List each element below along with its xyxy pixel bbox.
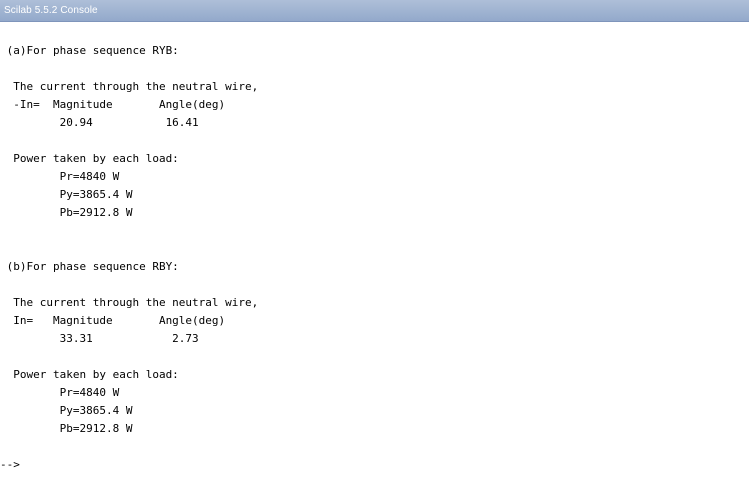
console-line-power-heading-b: Power taken by each load: — [0, 368, 179, 381]
window-title: Scilab 5.5.2 Console — [4, 5, 98, 16]
console-line-values-a: 20.94 16.41 — [0, 116, 199, 129]
console-line-header-b: In= Magnitude Angle(deg) — [0, 314, 226, 327]
console-line-pb-a: Pb=2912.8 W — [0, 206, 133, 219]
console-line-power-heading-a: Power taken by each load: — [0, 152, 179, 165]
console-line-neutral-current-a: The current through the neutral wire, — [0, 80, 259, 93]
console-line-pb-b: Pb=2912.8 W — [0, 422, 133, 435]
console-line-py-a: Py=3865.4 W — [0, 188, 133, 201]
console-line-header-a: -In= Magnitude Angle(deg) — [0, 98, 226, 111]
console-line-values-b: 33.31 2.73 — [0, 332, 199, 345]
console-output-area[interactable]: (a)For phase sequence RYB: The current t… — [0, 22, 749, 490]
console-line-pr-a: Pr=4840 W — [0, 170, 120, 183]
console-line-py-b: Py=3865.4 W — [0, 404, 133, 417]
window-title-bar: Scilab 5.5.2 Console — [0, 0, 749, 22]
console-line-pr-b: Pr=4840 W — [0, 386, 120, 399]
console-prompt[interactable]: --> — [0, 458, 20, 472]
console-line-neutral-current-b: The current through the neutral wire, — [0, 296, 259, 309]
console-line-heading-a: (a)For phase sequence RYB: — [0, 44, 179, 57]
console-line-heading-b: (b)For phase sequence RBY: — [0, 260, 179, 273]
